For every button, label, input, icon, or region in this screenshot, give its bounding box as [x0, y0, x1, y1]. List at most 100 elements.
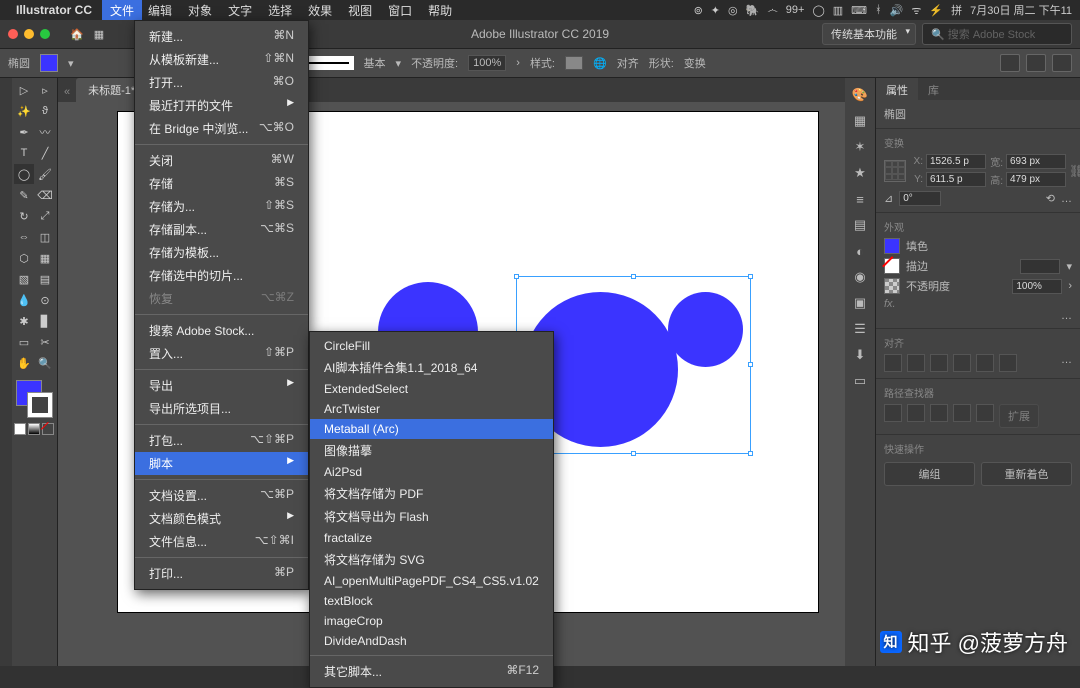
status-icon[interactable]: ⌨ [851, 4, 867, 17]
menu-item[interactable]: 导出所选项目... [135, 397, 308, 420]
battery-icon[interactable]: ⚡ [929, 4, 943, 17]
menu-item[interactable]: 将文档存储为 PDF [310, 482, 553, 505]
reference-point[interactable] [884, 160, 906, 182]
menu-item[interactable]: 在 Bridge 中浏览...⌥⌘O [135, 117, 308, 140]
lasso-tool[interactable]: ϑ [35, 101, 55, 121]
menu-item[interactable]: 其它脚本...⌘F12 [310, 660, 553, 683]
status-icon[interactable]: ◎ [728, 4, 738, 17]
curvature-tool[interactable]: 〰 [35, 122, 55, 142]
more-options-icon[interactable]: … [884, 310, 1072, 322]
minimize-window-button[interactable] [24, 29, 34, 39]
hand-tool[interactable]: ✋ [14, 353, 34, 373]
tabs-collapse-icon[interactable]: « [64, 86, 70, 98]
menu-item[interactable]: 导出 [135, 374, 308, 397]
fill-swatch[interactable] [40, 54, 58, 72]
menu-item[interactable]: 存储为...⇧⌘S [135, 195, 308, 218]
pathfinder-exclude-icon[interactable] [953, 404, 971, 422]
menu-item[interactable]: AI_openMultiPagePDF_CS4_CS5.v1.02 [310, 571, 553, 591]
menu-item[interactable]: 存储选中的切片... [135, 264, 308, 287]
pathfinder-intersect-icon[interactable] [930, 404, 948, 422]
group-button[interactable]: 编组 [884, 462, 975, 486]
menu-item[interactable]: 置入...⇧⌘P [135, 342, 308, 365]
line-tool[interactable]: ╱ [35, 143, 55, 163]
menu-file[interactable]: 文件 [102, 0, 142, 21]
menu-item[interactable]: 存储副本...⌥⌘S [135, 218, 308, 241]
stroke-weight-input[interactable] [1020, 259, 1060, 274]
align-bottom-icon[interactable] [999, 354, 1017, 372]
artboard-tool[interactable]: ▭ [14, 332, 34, 352]
volume-icon[interactable]: 🔊 [890, 4, 904, 17]
type-tool[interactable]: T [14, 143, 34, 163]
view-mode-icon[interactable] [1026, 54, 1046, 72]
y-input[interactable] [926, 172, 986, 187]
menu-edit[interactable]: 编辑 [140, 0, 180, 21]
menu-help[interactable]: 帮助 [420, 0, 460, 21]
selection-tool[interactable]: ▷ [14, 80, 34, 100]
menu-item[interactable]: 打包...⌥⇧⌘P [135, 429, 308, 452]
more-options-icon[interactable]: … [1061, 193, 1072, 205]
menu-window[interactable]: 窗口 [380, 0, 420, 21]
align-label[interactable]: 对齐 [617, 55, 639, 71]
direct-selection-tool[interactable]: ▹ [35, 80, 55, 100]
appearance-panel-icon[interactable]: ◉ [851, 268, 869, 286]
artboards-panel-icon[interactable]: ▭ [851, 372, 869, 390]
libraries-tab[interactable]: 库 [918, 78, 949, 100]
graphic-styles-panel-icon[interactable]: ▣ [851, 294, 869, 312]
menu-item[interactable]: 脚本 [135, 452, 308, 475]
style-swatch[interactable] [565, 56, 583, 70]
transform-label[interactable]: 变换 [684, 55, 706, 71]
menu-item[interactable]: 打开...⌘O [135, 71, 308, 94]
left-expand-strip[interactable] [0, 78, 12, 666]
menu-item[interactable]: Ai2Psd [310, 462, 553, 482]
status-icon[interactable]: ✦ [711, 4, 720, 17]
badge-count[interactable]: 99+ [786, 4, 805, 16]
fill-stroke-indicator[interactable] [14, 378, 55, 420]
input-icon[interactable]: 拼 [951, 2, 962, 18]
opacity-swatch[interactable] [884, 278, 900, 294]
menu-item[interactable]: 文档颜色模式 [135, 507, 308, 530]
perspective-tool[interactable]: ▦ [35, 248, 55, 268]
width-tool[interactable]: ⇔ [14, 227, 34, 247]
gradient-mode-icon[interactable] [28, 423, 40, 435]
height-input[interactable] [1006, 172, 1066, 187]
eyedropper-tool[interactable]: 💧 [14, 290, 34, 310]
view-mode-icon[interactable] [1000, 54, 1020, 72]
magic-wand-tool[interactable]: ✨ [14, 101, 34, 121]
swatch-dropdown-icon[interactable]: ▾ [68, 57, 74, 70]
align-top-icon[interactable] [953, 354, 971, 372]
menu-item[interactable]: DivideAndDash [310, 631, 553, 651]
shape-builder-tool[interactable]: ⬡ [14, 248, 34, 268]
wifi-icon[interactable]: ᯤ [911, 3, 921, 18]
menu-item[interactable]: 打印...⌘P [135, 562, 308, 585]
color-mode-icon[interactable] [14, 423, 26, 435]
clock[interactable]: 7月30日 周二 下午11 [970, 2, 1072, 18]
mesh-tool[interactable]: ▧ [14, 269, 34, 289]
symbol-sprayer-tool[interactable]: ✱ [14, 311, 34, 331]
menu-object[interactable]: 对象 [180, 0, 220, 21]
stroke-panel-icon[interactable]: ≡ [851, 190, 869, 208]
paintbrush-tool[interactable]: 🖌 [35, 164, 55, 184]
home-icon[interactable]: 🏠 [70, 28, 84, 41]
status-icon[interactable]: ▥ [833, 4, 843, 17]
menu-type[interactable]: 文字 [220, 0, 260, 21]
stroke-dropdown-icon[interactable]: ▾ [396, 57, 402, 70]
menu-item[interactable]: ExtendedSelect [310, 379, 553, 399]
x-input[interactable] [926, 154, 986, 169]
transparency-panel-icon[interactable]: ◐ [851, 242, 869, 260]
menu-item[interactable]: 关闭⌘W [135, 149, 308, 172]
slice-tool[interactable]: ✂ [35, 332, 55, 352]
gradient-tool[interactable]: ▤ [35, 269, 55, 289]
bluetooth-icon[interactable]: ᚼ [875, 4, 882, 16]
swatches-panel-icon[interactable]: ▦ [851, 112, 869, 130]
globe-icon[interactable]: 🌐 [593, 57, 607, 70]
menu-item[interactable]: textBlock [310, 591, 553, 611]
symbols-panel-icon[interactable]: ★ [851, 164, 869, 182]
free-transform-tool[interactable]: ◫ [35, 227, 55, 247]
pathfinder-minus-front-icon[interactable] [907, 404, 925, 422]
none-mode-icon[interactable] [42, 423, 54, 435]
menu-item[interactable]: 搜索 Adobe Stock... [135, 319, 308, 342]
menu-item[interactable]: Metaball (Arc) [310, 419, 553, 439]
menu-item[interactable]: 将文档导出为 Flash [310, 505, 553, 528]
menu-item[interactable]: 存储⌘S [135, 172, 308, 195]
align-hcenter-icon[interactable] [907, 354, 925, 372]
